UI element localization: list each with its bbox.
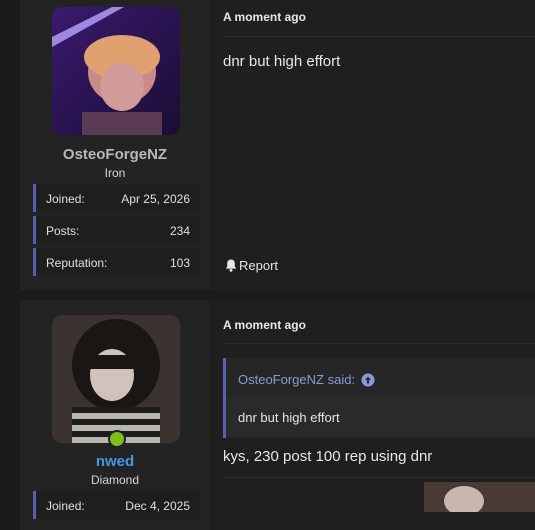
stat-joined: Joined: Apr 25, 2026: [33, 184, 200, 212]
stat-label: Joined:: [46, 192, 85, 206]
quote-block: OsteoForgeNZ said: dnr but high effort: [223, 358, 535, 438]
bell-icon: [225, 259, 237, 272]
username[interactable]: nwed: [20, 453, 210, 470]
user-rank: Diamond: [90, 473, 140, 487]
post: nwed Diamond Joined: Dec 4, 2025 A momen…: [20, 300, 535, 530]
user-block: OsteoForgeNZ Iron Joined: Apr 25, 2026 P…: [20, 0, 210, 290]
post: OsteoForgeNZ Iron Joined: Apr 25, 2026 P…: [20, 0, 535, 290]
divider: [223, 36, 535, 37]
stat-label: Reputation:: [46, 256, 108, 270]
stat-value: 234: [169, 224, 190, 238]
quote-header[interactable]: OsteoForgeNZ said:: [238, 372, 375, 387]
post-timestamp[interactable]: A moment ago: [223, 318, 306, 332]
stat-value: Dec 4, 2025: [125, 499, 190, 513]
post-body: A moment ago dnr but high effort Report: [210, 0, 535, 290]
avatar[interactable]: [52, 315, 180, 443]
post-body: A moment ago OsteoForgeNZ said: dnr but …: [210, 300, 535, 530]
report-button[interactable]: Report: [225, 258, 278, 273]
quote-text: dnr but high effort: [238, 410, 340, 425]
user-rank: Iron: [104, 166, 126, 180]
divider: [223, 343, 535, 344]
stat-label: Joined:: [46, 499, 85, 513]
user-block: nwed Diamond Joined: Dec 4, 2025: [20, 300, 210, 530]
post-timestamp[interactable]: A moment ago: [223, 10, 306, 24]
stat-posts: Posts: 234: [33, 216, 200, 244]
stat-label: Posts:: [46, 224, 80, 238]
stat-reputation: Reputation: 103: [33, 248, 200, 276]
report-label: Report: [239, 258, 279, 273]
arrow-up-circle-icon[interactable]: [361, 373, 375, 387]
avatar[interactable]: [52, 7, 180, 135]
stat-value: Apr 25, 2026: [121, 192, 190, 206]
quote-author[interactable]: OsteoForgeNZ said:: [238, 372, 355, 387]
username[interactable]: OsteoForgeNZ: [20, 146, 210, 163]
quote-body: dnr but high effort: [226, 398, 535, 436]
post-message: kys, 230 post 100 rep using dnr: [223, 448, 433, 465]
divider: [223, 477, 535, 478]
online-indicator: [108, 430, 126, 448]
stat-value: 103: [169, 256, 190, 270]
stat-joined: Joined: Dec 4, 2025: [33, 491, 200, 519]
post-message: dnr but high effort: [223, 53, 341, 70]
